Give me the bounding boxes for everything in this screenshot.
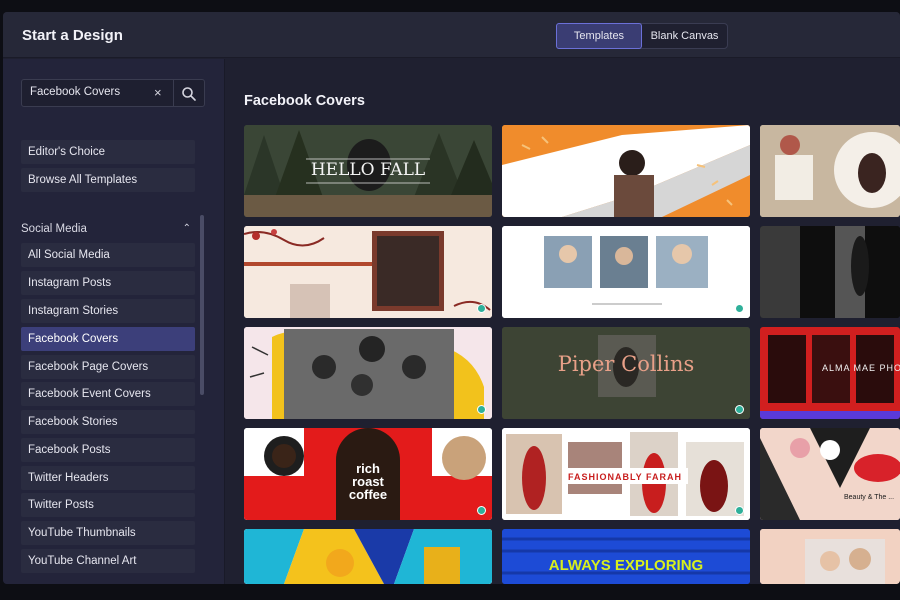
section-label: Social Media <box>21 223 87 235</box>
start-design-window: Start a Design Templates Blank Canvas × … <box>3 12 900 584</box>
template-card-piper-collins[interactable]: Piper Collins <box>502 327 750 419</box>
page-title: Start a Design <box>22 27 123 44</box>
template-card-kids[interactable] <box>760 529 900 584</box>
premium-badge-icon <box>477 506 486 515</box>
kids-photo <box>760 529 900 584</box>
alma-mae-photo <box>760 327 900 419</box>
template-card-hello-fall[interactable]: HELLO FALL <box>244 125 492 217</box>
sidebar-item-twitter-headers[interactable]: Twitter Headers <box>21 466 195 490</box>
geometric-photo <box>244 529 492 584</box>
sidebar-item-facebook-event-covers[interactable]: Facebook Event Covers <box>21 382 195 406</box>
sidebar-item-all-social-media[interactable]: All Social Media <box>21 243 195 267</box>
design-type-toggle: Templates Blank Canvas <box>556 23 728 49</box>
section-social-media[interactable]: Social Media ⌃ <box>21 220 195 238</box>
beauty-text: Beauty & The ... <box>844 494 895 501</box>
chevron-up-icon: ⌃ <box>182 223 191 234</box>
sidebar-item-facebook-page-covers[interactable]: Facebook Page Covers <box>21 355 195 379</box>
cake-photo <box>760 125 900 217</box>
search-icon[interactable] <box>181 86 197 102</box>
family-collage <box>502 226 750 318</box>
sidebar: × Editor's Choice Browse All Templates S… <box>3 59 225 584</box>
premium-badge-icon <box>735 506 744 515</box>
template-card-geometric[interactable] <box>244 529 492 584</box>
template-card-beauty[interactable]: Beauty & The ... <box>760 428 900 520</box>
template-gallery: Facebook Covers HELLO FALL Piper Collins… <box>225 59 900 584</box>
tab-blank-canvas[interactable]: Blank Canvas <box>642 24 727 48</box>
premium-badge-icon <box>477 304 486 313</box>
sidebar-item-instagram-posts[interactable]: Instagram Posts <box>21 271 195 295</box>
template-card-rich-roast-coffee[interactable]: rich roast coffee <box>244 428 492 520</box>
sidebar-scrollbar[interactable] <box>200 215 204 395</box>
search-input[interactable] <box>30 86 150 98</box>
template-card-floral[interactable] <box>244 226 492 318</box>
rich-roast-coffee-text: rich roast coffee <box>348 461 388 502</box>
alma-mae-text: ALMA MAE PHOTO <box>822 363 900 373</box>
premium-badge-icon <box>735 405 744 414</box>
beauty-photo <box>760 428 900 520</box>
template-card-guitar[interactable] <box>502 125 750 217</box>
family-portrait <box>244 327 492 419</box>
template-card-dark-photo[interactable] <box>760 226 900 318</box>
gallery-title: Facebook Covers <box>244 93 365 109</box>
header-bar: Start a Design Templates Blank Canvas <box>3 12 900 58</box>
sidebar-item-facebook-covers[interactable]: Facebook Covers <box>21 327 195 351</box>
template-card-family-collage[interactable] <box>502 226 750 318</box>
sidebar-item-youtube-channel-art[interactable]: YouTube Channel Art <box>21 549 195 573</box>
search-box: × <box>21 79 205 107</box>
tab-templates[interactable]: Templates <box>556 23 642 49</box>
always-exploring-text: ALWAYS EXPLORING <box>548 557 704 574</box>
template-card-fashionably-farah[interactable]: FASHIONABLY FARAH <box>502 428 750 520</box>
search-divider <box>173 80 174 106</box>
template-card-alma-mae[interactable]: ALMA MAE PHOTO <box>760 327 900 419</box>
template-card-family-portrait[interactable] <box>244 327 492 419</box>
sidebar-item-youtube-thumbnails[interactable]: YouTube Thumbnails <box>21 521 195 545</box>
premium-badge-icon <box>477 405 486 414</box>
sidebar-item-editors-choice[interactable]: Editor's Choice <box>21 140 195 164</box>
guitar-photo <box>502 125 750 217</box>
dark-photo <box>760 226 900 318</box>
template-card-always-exploring[interactable]: ALWAYS EXPLORING <box>502 529 750 584</box>
premium-badge-icon <box>735 304 744 313</box>
clear-search-icon[interactable]: × <box>154 85 162 100</box>
template-card-cake[interactable] <box>760 125 900 217</box>
hello-fall-text: HELLO FALL <box>310 160 426 180</box>
piper-collins-text: Piper Collins <box>557 352 695 376</box>
sidebar-item-browse-all[interactable]: Browse All Templates <box>21 168 195 192</box>
floral-photo <box>244 226 492 318</box>
sidebar-item-twitter-posts[interactable]: Twitter Posts <box>21 493 195 517</box>
fashionably-farah-text: FASHIONABLY FARAH <box>567 472 682 482</box>
sidebar-item-facebook-posts[interactable]: Facebook Posts <box>21 438 195 462</box>
sidebar-item-facebook-stories[interactable]: Facebook Stories <box>21 410 195 434</box>
sidebar-item-instagram-stories[interactable]: Instagram Stories <box>21 299 195 323</box>
